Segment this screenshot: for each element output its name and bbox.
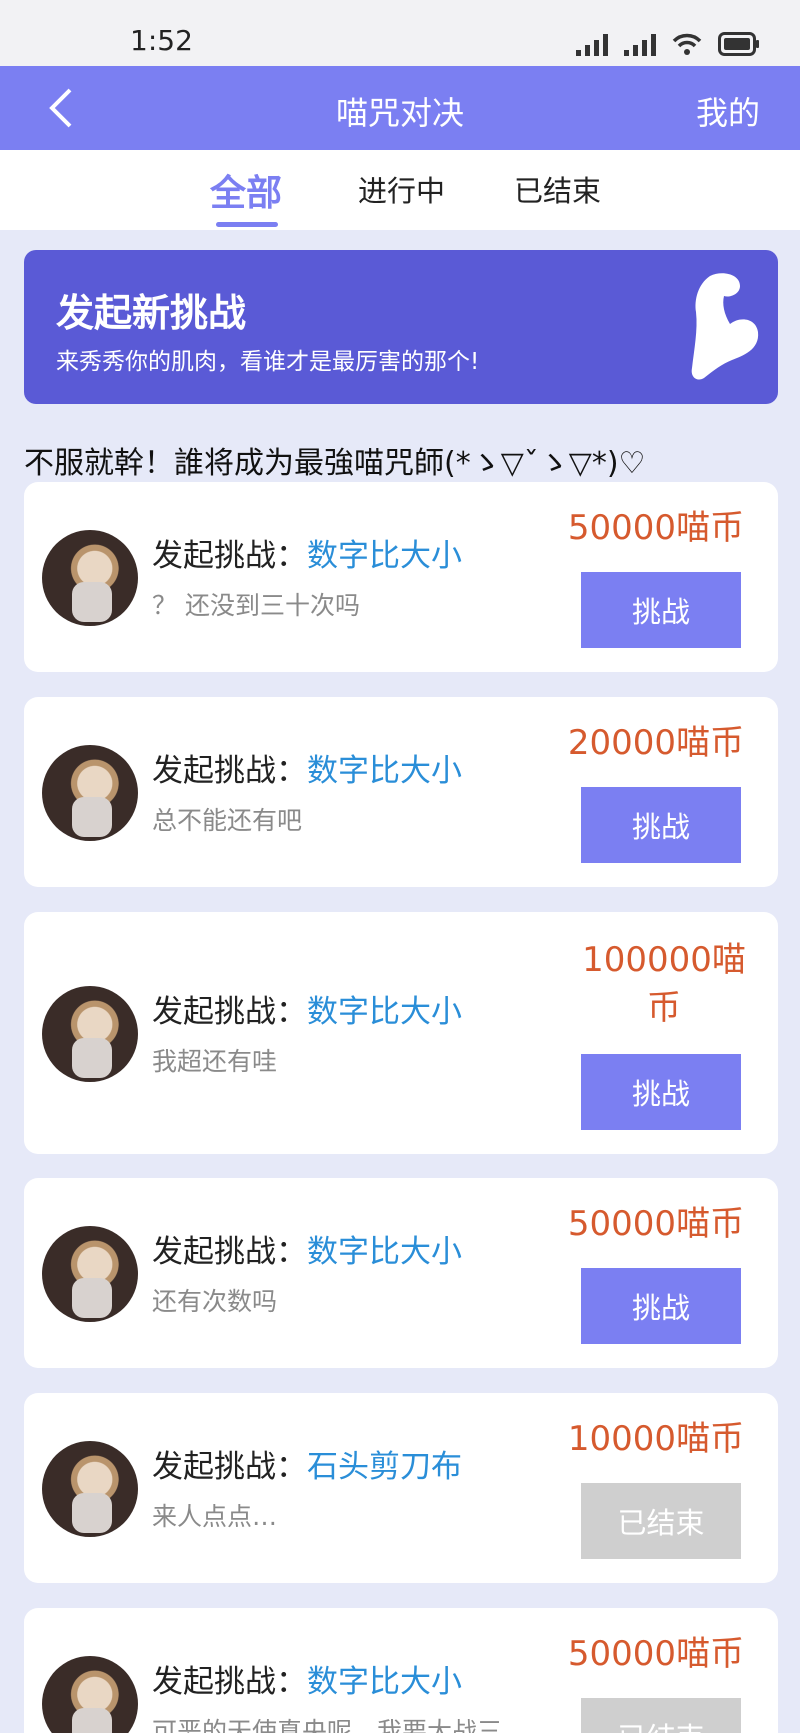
challenge-prefix: 发起挑战：: [152, 753, 307, 789]
challenge-card[interactable]: 发起挑战：数字比大小 我超还有哇 100000喵币 挑战: [24, 912, 778, 1154]
challenge-prefix: 发起挑战：: [152, 1234, 307, 1270]
top-navigation: 喵咒对决 我的: [0, 66, 800, 150]
tab-in-progress[interactable]: 进行中: [358, 168, 445, 210]
new-challenge-banner[interactable]: 发起新挑战 来秀秀你的肌肉，看谁才是最厉害的那个!: [24, 250, 778, 404]
challenge-card[interactable]: 发起挑战：数字比大小 总不能还有吧 20000喵币 挑战: [24, 697, 778, 887]
status-time: 1:52: [130, 24, 193, 57]
status-icons: [576, 28, 760, 56]
game-name: 数字比大小: [307, 1234, 462, 1270]
game-name: 数字比大小: [307, 753, 462, 789]
signal-icon: [624, 34, 656, 56]
challenge-message: 可恶的天使真央呢，我要大战三: [152, 1717, 503, 1733]
challenge-title: 发起挑战：数字比大小: [152, 530, 462, 575]
challenge-message: 来人点点…: [152, 1502, 278, 1531]
challenge-prefix: 发起挑战：: [152, 1449, 307, 1485]
tab-all[interactable]: 全部: [210, 164, 282, 216]
challenge-title: 发起挑战：数字比大小: [152, 745, 462, 790]
challenge-message: 还有次数吗: [152, 1287, 278, 1316]
challenge-title: 发起挑战：数字比大小: [152, 986, 462, 1031]
tab-bar: 全部 进行中 已结束: [0, 150, 800, 230]
challenge-prefix: 发起挑战：: [152, 538, 307, 574]
challenge-title: 发起挑战：数字比大小: [152, 1656, 462, 1701]
challenge-message: 总不能还有吧: [152, 806, 303, 835]
prize-amount: 10000喵币: [567, 1419, 745, 1459]
banner-title: 发起新挑战: [56, 291, 247, 335]
page-title: 喵咒对决: [335, 94, 464, 132]
signal-icon: [576, 34, 608, 56]
ended-button[interactable]: 已结束: [581, 1483, 741, 1559]
flexed-arm-icon: [691, 273, 759, 380]
challenge-card[interactable]: 发起挑战：数字比大小 ？ 还没到三十次吗 50000喵币 挑战: [24, 482, 778, 672]
game-name: 石头剪刀布: [307, 1449, 462, 1485]
challenge-message: 我超还有哇: [152, 1047, 278, 1076]
challenge-card[interactable]: 发起挑战：数字比大小 可恶的天使真央呢，我要大战三 50000喵币 已结束: [24, 1608, 778, 1733]
game-name: 数字比大小: [307, 994, 462, 1030]
ended-button[interactable]: 已结束: [581, 1698, 741, 1733]
challenge-card[interactable]: 发起挑战：石头剪刀布 来人点点… 10000喵币 已结束: [24, 1393, 778, 1583]
challenge-button[interactable]: 挑战: [581, 1268, 741, 1344]
challenge-button[interactable]: 挑战: [581, 572, 741, 648]
mine-button[interactable]: 我的: [696, 88, 760, 134]
challenge-button[interactable]: 挑战: [581, 787, 741, 863]
avatar: [42, 1441, 138, 1537]
prize-amount: 100000喵币: [582, 940, 746, 1028]
avatar: [42, 745, 138, 841]
challenge-title: 发起挑战：石头剪刀布: [152, 1441, 462, 1486]
status-bar: 1:52: [0, 0, 800, 66]
challenge-button[interactable]: 挑战: [581, 1054, 741, 1130]
banner-subtitle: 来秀秀你的肌肉，看谁才是最厉害的那个!: [56, 349, 480, 375]
avatar: [42, 1656, 138, 1733]
active-tab-indicator: [216, 222, 278, 227]
challenge-card[interactable]: 发起挑战：数字比大小 还有次数吗 50000喵币 挑战: [24, 1178, 778, 1368]
prize-amount: 50000喵币: [567, 508, 745, 548]
game-name: 数字比大小: [307, 538, 462, 574]
avatar: [42, 1226, 138, 1322]
prize-amount: 50000喵币: [567, 1204, 745, 1244]
prize-amount: 20000喵币: [567, 723, 745, 763]
challenge-prefix: 发起挑战：: [152, 994, 307, 1030]
game-name: 数字比大小: [307, 1664, 462, 1700]
prize-amount: 50000喵币: [567, 1634, 745, 1674]
battery-icon: [718, 32, 759, 56]
challenge-prefix: 发起挑战：: [152, 1664, 307, 1700]
challenge-message: ？ 还没到三十次吗: [152, 591, 360, 620]
avatar: [42, 986, 138, 1082]
challenge-title: 发起挑战：数字比大小: [152, 1226, 462, 1271]
wifi-icon: [672, 33, 702, 55]
slogan: 不服就幹！誰将成为最強喵咒師(*ゝ▽ˇゝ▽*)♡: [24, 446, 646, 481]
avatar: [42, 530, 138, 626]
tab-ended[interactable]: 已结束: [514, 168, 601, 210]
